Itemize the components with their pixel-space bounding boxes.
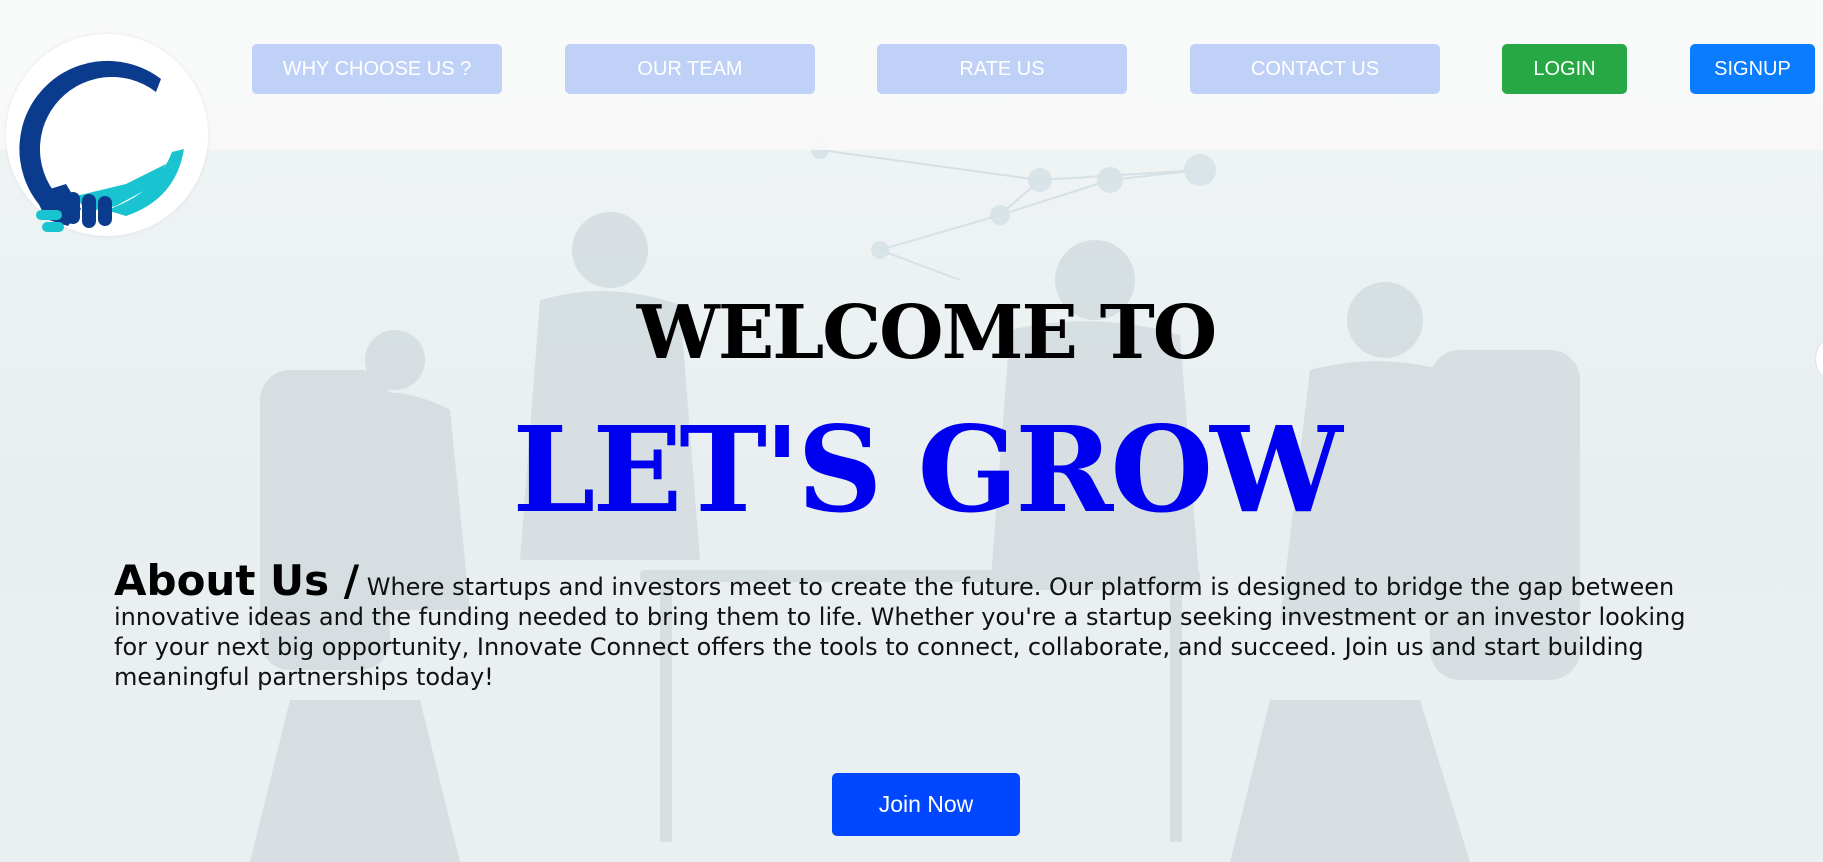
nav-why-choose-us-button[interactable]: WHY CHOOSE US ? xyxy=(252,44,502,94)
login-button[interactable]: LOGIN xyxy=(1502,44,1627,94)
nav-rate-us-button[interactable]: RATE US xyxy=(877,44,1127,94)
brand-heading: LET'S GROW xyxy=(512,400,1342,539)
handshake-logo-icon[interactable] xyxy=(6,34,208,236)
nav-our-team-button[interactable]: OUR TEAM xyxy=(565,44,815,94)
nav-contact-us-button[interactable]: CONTACT US xyxy=(1190,44,1440,94)
signup-button[interactable]: SIGNUP xyxy=(1690,44,1815,94)
about-section: About Us / Where startups and investors … xyxy=(114,560,1714,692)
join-now-button[interactable]: Join Now xyxy=(832,773,1020,836)
about-heading: About Us / xyxy=(114,556,360,605)
welcome-heading: WELCOME TO xyxy=(636,290,1218,376)
logo-graphic xyxy=(19,60,184,232)
